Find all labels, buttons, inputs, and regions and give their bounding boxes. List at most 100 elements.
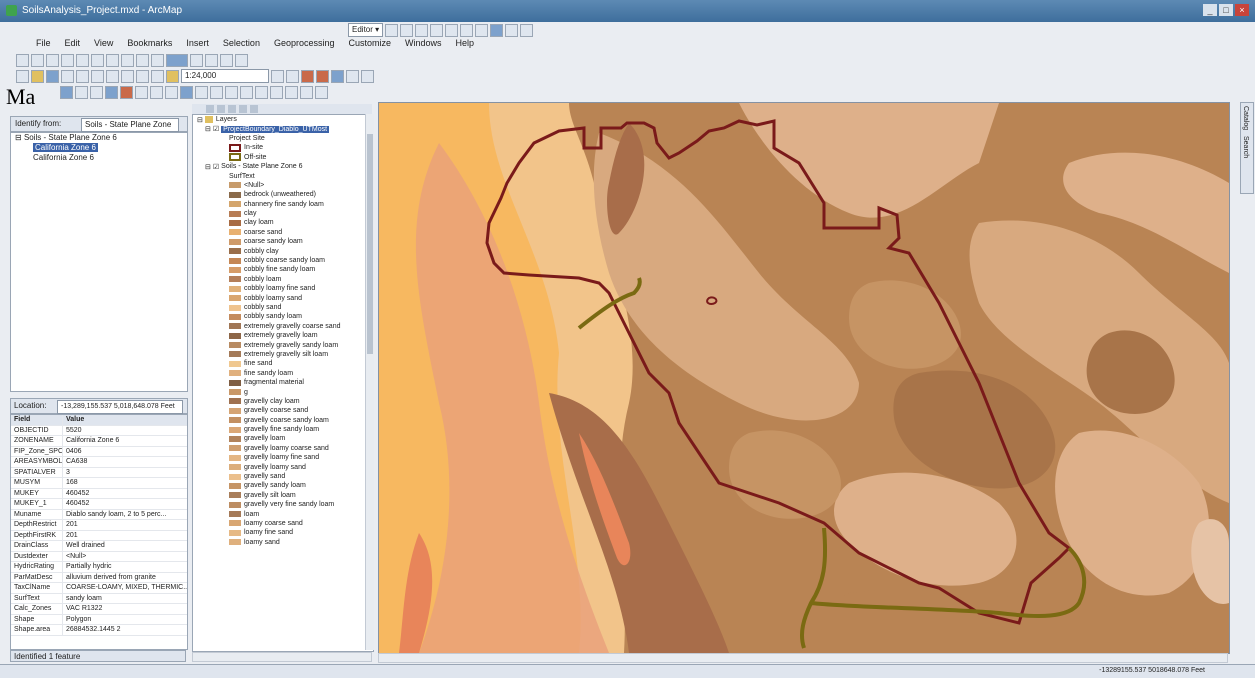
soil-class-item[interactable]: coarse sand — [193, 228, 373, 237]
back-extent-icon[interactable] — [106, 53, 119, 67]
print-icon[interactable] — [61, 69, 74, 83]
soil-class-item[interactable]: gravelly coarse sandy loam — [193, 416, 373, 425]
menu-insert[interactable]: Insert — [186, 36, 209, 50]
tree-feature-node[interactable]: California Zone 6 — [11, 153, 187, 163]
catalog-icon[interactable] — [301, 69, 314, 83]
soil-class-item[interactable]: channery fine sandy loam — [193, 200, 373, 209]
measure-icon[interactable] — [220, 53, 233, 67]
copy-icon[interactable] — [91, 69, 104, 83]
attribute-row[interactable]: FIP_Zone_SPCS 0406 — [11, 446, 187, 457]
search-tab[interactable]: Search — [1241, 133, 1250, 161]
search-window-icon[interactable] — [316, 69, 329, 83]
soil-class-item[interactable]: cobbly loam — [193, 275, 373, 284]
attribute-row[interactable]: Shape.area 26884532.1445 2 — [11, 625, 187, 636]
menu-help[interactable]: Help — [456, 36, 475, 50]
list-by-source-icon[interactable] — [217, 105, 225, 113]
menu-geoprocessing[interactable]: Geoprocessing — [274, 36, 335, 50]
clear-selection-icon[interactable] — [151, 53, 164, 67]
soil-class-item[interactable]: cobbly sandy loam — [193, 312, 373, 321]
tree-layer-node[interactable]: ⊟ Soils - State Plane Zone 6 — [11, 133, 187, 143]
editor-menu-button[interactable]: Editor ▾ — [348, 23, 384, 37]
menu-customize[interactable]: Customize — [349, 36, 392, 50]
attribute-row[interactable]: ParMatDesc alluvium derived from granite — [11, 572, 187, 583]
add-data-icon[interactable] — [166, 69, 179, 83]
soil-class-item[interactable]: extremely gravelly coarse sand — [193, 322, 373, 331]
list-by-drawing-order-icon[interactable] — [206, 105, 214, 113]
soil-class-item[interactable]: gravelly silt loam — [193, 491, 373, 500]
menu-windows[interactable]: Windows — [405, 36, 442, 50]
attribute-row[interactable]: DrainClass Well drained — [11, 541, 187, 552]
soil-class-item[interactable]: extremely gravelly silt loam — [193, 350, 373, 359]
fixed-zoom-out-icon[interactable] — [91, 53, 104, 67]
layer-combo-icon[interactable] — [166, 53, 188, 67]
info-icon[interactable] — [180, 85, 193, 99]
menu-view[interactable]: View — [94, 36, 113, 50]
soil-class-item[interactable]: loam — [193, 509, 373, 518]
menu-file[interactable]: File — [36, 36, 51, 50]
split-icon[interactable] — [460, 23, 474, 37]
html-popup-icon[interactable] — [195, 85, 208, 99]
reshape-icon[interactable] — [430, 23, 444, 37]
arctoolbox-icon[interactable] — [331, 69, 344, 83]
attribute-row[interactable]: MUKEY_1 460452 — [11, 499, 187, 510]
arrow-right-icon[interactable] — [120, 85, 133, 99]
zoom-out-icon[interactable] — [31, 53, 44, 67]
zoom-in-icon[interactable] — [16, 53, 29, 67]
attribute-row[interactable]: OBJECTID 5520 — [11, 425, 187, 436]
attribute-row[interactable]: ZONENAME California Zone 6 — [11, 436, 187, 447]
toc-horizontal-scrollbar[interactable] — [192, 652, 372, 662]
attribute-row[interactable]: SPATIALVER 3 — [11, 467, 187, 478]
toc-symbol-insite[interactable]: In-site — [193, 143, 373, 152]
attribute-row[interactable]: HydricRating Partially hydric — [11, 562, 187, 573]
attribute-row[interactable]: DepthRestrict 201 — [11, 520, 187, 531]
soil-class-item[interactable]: loamy fine sand — [193, 528, 373, 537]
redo-icon[interactable] — [151, 69, 164, 83]
forward-extent-icon[interactable] — [121, 53, 134, 67]
find-icon[interactable] — [205, 53, 218, 67]
edit-tool-icon[interactable] — [385, 23, 399, 37]
attribute-row[interactable]: MUSYM 168 — [11, 478, 187, 489]
soil-class-item[interactable]: gravelly loam — [193, 434, 373, 443]
full-extent-icon[interactable] — [61, 53, 74, 67]
open-icon[interactable] — [31, 69, 44, 83]
georef-icon[interactable] — [270, 85, 283, 99]
editor-toolbar-icon[interactable] — [271, 69, 284, 83]
attribute-row[interactable]: SurfText sandy loam — [11, 593, 187, 604]
undo-icon[interactable] — [136, 69, 149, 83]
list-by-selection-icon[interactable] — [239, 105, 247, 113]
soil-class-item[interactable]: gravelly loamy fine sand — [193, 453, 373, 462]
soil-class-item[interactable]: fragmental material — [193, 378, 373, 387]
maximize-icon[interactable]: □ — [1219, 4, 1233, 16]
fixed-zoom-in-icon[interactable] — [76, 53, 89, 67]
menu-edit[interactable]: Edit — [65, 36, 81, 50]
soil-class-item[interactable]: clay loam — [193, 218, 373, 227]
python-icon[interactable] — [346, 69, 359, 83]
create-features-icon[interactable] — [520, 23, 534, 37]
measure-line-icon[interactable] — [255, 85, 268, 99]
delete-icon[interactable] — [121, 69, 134, 83]
map-navigation-bar[interactable] — [378, 653, 1228, 663]
sketch-properties-icon[interactable] — [505, 23, 519, 37]
attribute-row[interactable]: Calc_Zones VAC R1322 — [11, 604, 187, 615]
attribute-row[interactable]: AREASYMBOL CA638 — [11, 457, 187, 468]
soil-class-item[interactable]: gravelly loamy coarse sand — [193, 444, 373, 453]
map-scale-combo[interactable]: 1:24,000 — [181, 69, 269, 83]
soil-class-item[interactable]: gravelly coarse sand — [193, 406, 373, 415]
soil-class-item[interactable]: loamy coarse sand — [193, 519, 373, 528]
soil-class-item[interactable]: cobbly clay — [193, 246, 373, 255]
toc-symbol-offsite[interactable]: Off-site — [193, 153, 373, 162]
soil-class-item[interactable]: cobbly coarse sandy loam — [193, 256, 373, 265]
soil-class-item[interactable]: cobbly sand — [193, 303, 373, 312]
soil-class-item[interactable]: clay — [193, 209, 373, 218]
overview-icon[interactable] — [300, 85, 313, 99]
toc-soils-layer[interactable]: ⊟ ☑ Soils - State Plane Zone 6 — [193, 162, 373, 171]
menu-bookmarks[interactable]: Bookmarks — [127, 36, 172, 50]
soil-class-item[interactable]: gravelly loamy sand — [193, 462, 373, 471]
cut-polygon-icon[interactable] — [445, 23, 459, 37]
paste-icon[interactable] — [106, 69, 119, 83]
toc-options-icon[interactable] — [250, 105, 258, 113]
toc-scrollbar[interactable] — [365, 114, 374, 650]
soil-class-item[interactable]: fine sandy loam — [193, 369, 373, 378]
layout-icon[interactable] — [90, 85, 103, 99]
hyperlink-icon[interactable] — [235, 53, 248, 67]
